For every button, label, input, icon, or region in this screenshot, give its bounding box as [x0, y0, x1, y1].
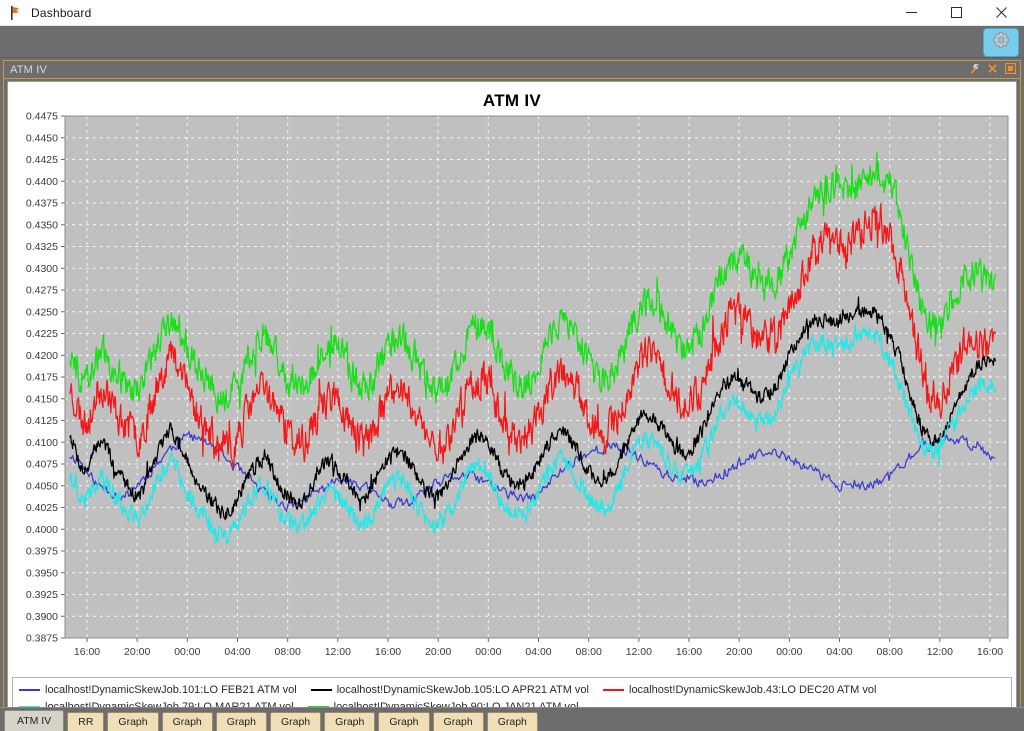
y-axis-tick-label: 0.4050	[26, 480, 58, 492]
taskbar-item-graph[interactable]: Graph	[269, 712, 322, 731]
window-titlebar: Dashboard	[0, 0, 1024, 26]
taskbar-item-graph[interactable]: Graph	[161, 712, 213, 731]
y-axis-tick-label: 0.4125	[26, 415, 58, 427]
taskbar-item-rr[interactable]: RR	[67, 712, 105, 731]
legend-color-swatch	[603, 688, 624, 691]
x-axis-tick-label: 12:00	[325, 646, 351, 658]
legend-label: localhost!DynamicSkewJob.43:LO DEC20 ATM…	[629, 683, 877, 696]
y-axis-tick-label: 0.3950	[26, 567, 58, 579]
y-axis-tick-label: 0.4075	[26, 459, 58, 471]
y-axis-tick-label: 0.4325	[26, 241, 58, 253]
x-axis-tick-label: 16:00	[74, 646, 100, 658]
x-axis-tick-label: 04:00	[826, 646, 852, 658]
x-axis-tick-label: 08:00	[877, 646, 903, 658]
close-button[interactable]	[979, 0, 1024, 25]
chart-card: ATM IV 0.3875 0.3900 0.3925 0.3950 0.3975 0.4…	[7, 81, 1017, 719]
x-axis-tick-label: 16:00	[375, 646, 401, 658]
maximize-button[interactable]	[934, 0, 979, 25]
y-axis-tick-label: 0.4300	[26, 263, 58, 275]
taskbar: ATM IV RR Graph Graph Graph Graph Graph Graph Gr…	[0, 707, 1024, 731]
y-axis-tick-label: 0.4450	[26, 132, 58, 144]
minimize-button[interactable]	[889, 0, 934, 25]
y-axis-tick-label: 0.4275	[26, 285, 58, 297]
maximize-icon[interactable]	[1005, 62, 1016, 75]
legend-label: localhost!DynamicSkewJob.105:LO APR21 AT…	[336, 683, 589, 696]
x-axis-tick-label: 20:00	[425, 646, 451, 658]
x-axis-tick-label: 04:00	[525, 646, 551, 658]
y-axis-tick-label: 0.4250	[26, 306, 58, 318]
taskbar-item-graph[interactable]: Graph	[432, 712, 484, 731]
y-axis-tick-label: 0.3900	[26, 611, 58, 623]
settings-button[interactable]	[983, 28, 1019, 57]
legend-item[interactable]: localhost!DynamicSkewJob.43:LO DEC20 ATM…	[603, 684, 876, 696]
plot-svg: 0.3875 0.3900 0.3925 0.3950 0.3975 0.4000 0.40…	[26, 111, 1009, 658]
x-axis-tick-label: 00:00	[776, 646, 802, 658]
close-icon[interactable]	[987, 62, 998, 75]
x-axis-tick-label: 12:00	[927, 646, 953, 658]
y-axis-tick-label: 0.4150	[26, 393, 58, 405]
x-axis-tick-label: 20:00	[124, 646, 150, 658]
chart-title: ATM IV	[482, 91, 542, 110]
legend-label: localhost!DynamicSkewJob.101:LO FEB21 AT…	[45, 683, 297, 696]
legend-item[interactable]: localhost!DynamicSkewJob.105:LO APR21 AT…	[310, 683, 589, 696]
x-axis-tick-label: 00:00	[475, 646, 501, 658]
y-axis-tick-label: 0.3875	[26, 633, 58, 645]
chart-panel: ATM IV ATM IV 0.38750.39000.39250.395	[3, 60, 1021, 723]
y-axis-tick-label: 0.3925	[26, 589, 58, 601]
window-controls	[889, 0, 1024, 25]
y-axis-tick-label: 0.3975	[26, 546, 58, 558]
panel-header: ATM IV	[4, 61, 1020, 79]
y-axis-tick-label: 0.4225	[26, 328, 58, 340]
flag-icon	[8, 5, 24, 21]
panel-tools	[969, 62, 1016, 75]
y-axis-tick-label: 0.4350	[26, 219, 58, 231]
y-axis-tick-label: 0.4375	[26, 198, 58, 210]
gear-icon	[991, 30, 1011, 55]
x-axis-tick-label: 20:00	[726, 646, 752, 658]
legend-color-swatch	[310, 688, 332, 691]
x-axis-tick-label: 00:00	[174, 646, 200, 658]
x-axis-tick-label: 08:00	[275, 646, 301, 658]
y-axis-tick-label: 0.4425	[26, 154, 58, 166]
toolbar	[0, 26, 1024, 58]
taskbar-item-graph[interactable]: Graph	[486, 712, 538, 731]
taskbar-item-atm-iv[interactable]: ATM IV	[4, 710, 65, 731]
x-axis-tick-label: 16:00	[676, 646, 702, 658]
y-axis-tick-label: 0.4200	[26, 350, 58, 362]
taskbar-item-graph[interactable]: Graph	[215, 712, 267, 731]
window-title: Dashboard	[31, 5, 92, 20]
y-axis-tick-label: 0.4025	[26, 502, 58, 514]
legend-row: localhost!DynamicSkewJob.101:LO FEB21 AT…	[19, 681, 1005, 698]
y-axis-tick-label: 0.4000	[26, 524, 58, 536]
x-axis-tick-label: 08:00	[576, 646, 602, 658]
y-axis-tick-label: 0.4100	[26, 437, 58, 449]
taskbar-item-graph[interactable]: Graph	[324, 712, 376, 731]
taskbar-item-graph[interactable]: Graph	[378, 712, 430, 731]
x-axis-tick-label: 16:00	[977, 646, 1003, 658]
plot-area: 0.3875 0.3900 0.3925 0.3950 0.3975 0.4000 0.40…	[8, 111, 1016, 671]
x-axis-tick-label: 04:00	[224, 646, 250, 658]
legend-item[interactable]: localhost!DynamicSkewJob.101:LO FEB21 AT…	[19, 684, 297, 696]
legend-color-swatch	[19, 688, 40, 691]
y-axis-tick-label: 0.4175	[26, 372, 58, 384]
x-axis-tick-label: 12:00	[626, 646, 652, 658]
panel-title: ATM IV	[10, 63, 48, 76]
y-axis-tick-label: 0.4400	[26, 176, 58, 188]
taskbar-item-graph[interactable]: Graph	[107, 712, 159, 731]
y-axis-tick-label: 0.4475	[26, 111, 58, 123]
wrench-icon[interactable]	[969, 62, 980, 75]
